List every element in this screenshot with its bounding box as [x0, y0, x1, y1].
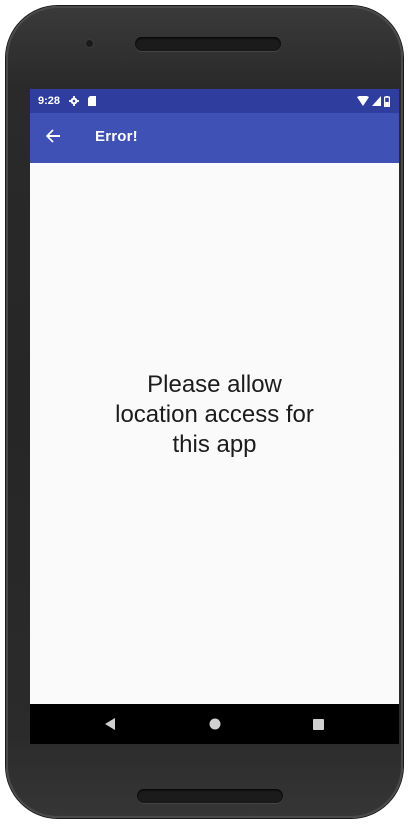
nav-recents-button[interactable] [288, 704, 348, 744]
top-speaker-grille [135, 37, 281, 51]
phone-frame: 9:28 Error! Please allow location access… [6, 6, 403, 818]
signal-icon [372, 96, 381, 106]
home-circle-icon [209, 718, 221, 730]
app-toolbar: Error! [30, 113, 399, 163]
content-area: Please allow location access for this ap… [30, 163, 399, 704]
toolbar-title: Error! [95, 128, 138, 145]
nav-home-button[interactable] [185, 704, 245, 744]
bottom-speaker-grille [137, 789, 283, 803]
wifi-icon [357, 96, 369, 106]
arrow-back-icon[interactable] [43, 126, 63, 146]
battery-icon [384, 95, 390, 107]
status-time: 9:28 [38, 95, 61, 107]
front-camera [86, 40, 93, 47]
device-screen: 9:28 Error! Please allow location access… [30, 89, 399, 744]
back-triangle-icon [105, 718, 115, 730]
nav-back-button[interactable] [80, 704, 140, 744]
navigation-bar [30, 704, 399, 744]
location-permission-message: Please allow location access for this ap… [115, 371, 314, 458]
status-notification-icons [69, 95, 96, 107]
sd-card-icon [88, 96, 96, 106]
recents-square-icon [312, 718, 324, 730]
settings-icon [69, 96, 79, 106]
status-system-icons [357, 94, 390, 108]
status-bar: 9:28 [30, 89, 399, 113]
